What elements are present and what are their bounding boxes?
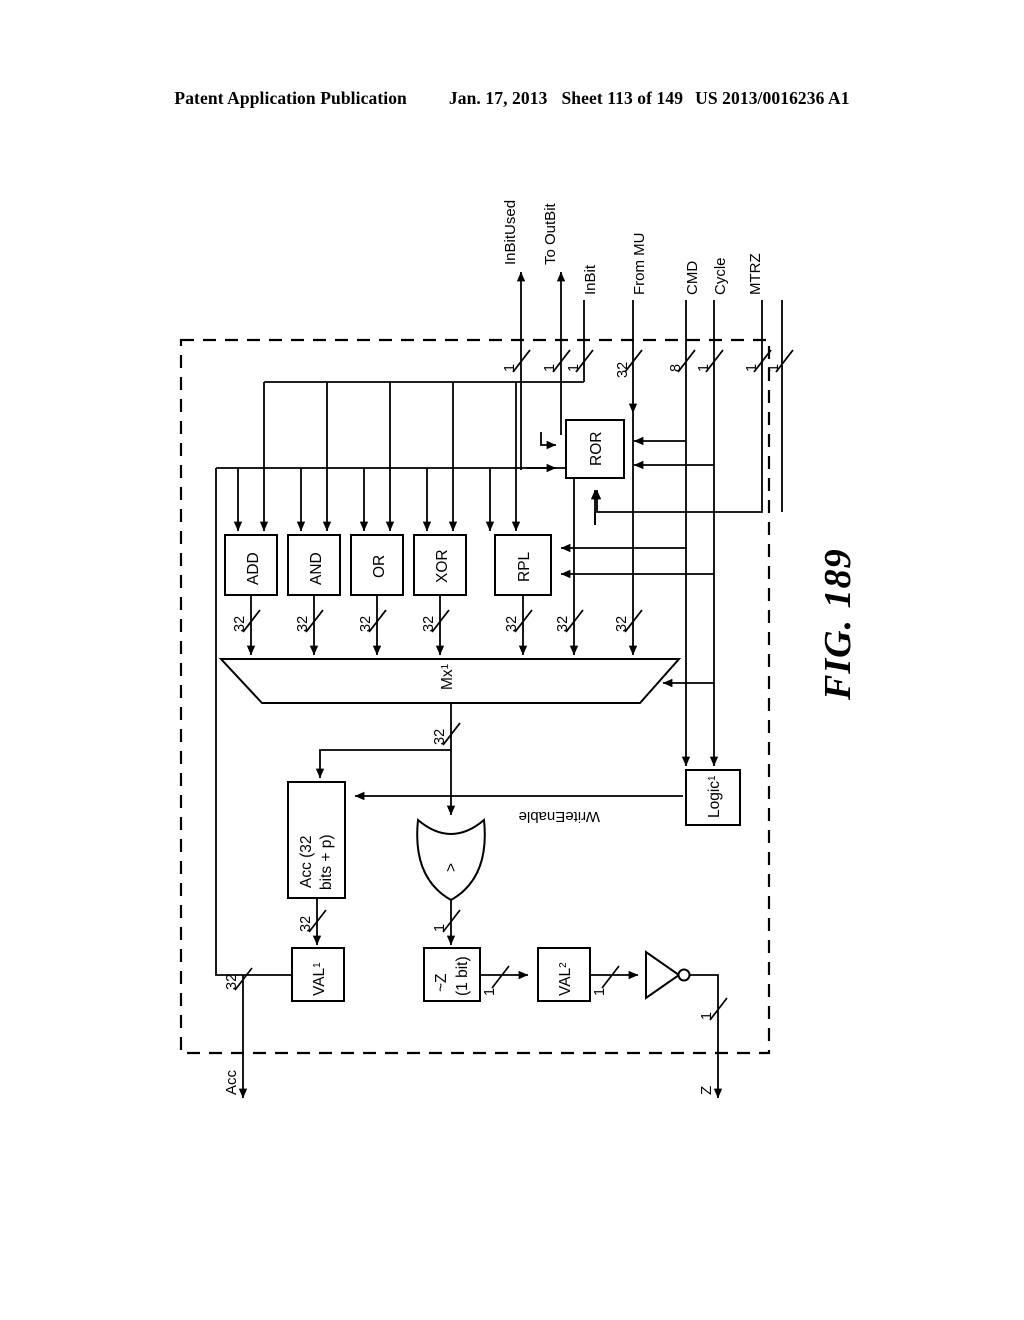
width-inbitused: 1 — [502, 364, 518, 372]
inverter-bubble — [677, 968, 691, 982]
width-cycle: 1 — [696, 364, 712, 372]
width-orgate-out: 1 — [432, 924, 448, 932]
width-xor-out: 32 — [421, 616, 437, 632]
width-notz-out: 1 — [482, 988, 498, 996]
acc-label-line1: Acc (32 — [298, 835, 315, 888]
port-label-inbitused: InBitUsed — [502, 200, 519, 265]
width-val2-out: 1 — [592, 988, 608, 996]
top-port-labels: InBitUsed To OutBit InBit From MU CMD Cy… — [502, 200, 764, 295]
op-label-or: OR — [371, 555, 388, 578]
writeenable-label: WriteEnable — [519, 808, 600, 825]
op-label-add: ADD — [245, 552, 262, 585]
op-label-xor: XOR — [434, 549, 451, 583]
acc-block — [287, 781, 346, 899]
port-label-cycle: Cycle — [712, 257, 729, 295]
port-label-inbit: InBit — [582, 264, 599, 295]
width-frommu: 32 — [615, 362, 631, 378]
width-rpl-out: 32 — [504, 616, 520, 632]
width-mtrz-rail: 1 — [766, 364, 782, 372]
port-label-acc: Acc — [223, 1069, 240, 1095]
or-gate-shape — [416, 818, 486, 902]
width-inbit: 1 — [566, 364, 582, 372]
top-port-widths: 1 1 1 32 8 1 1 1 — [502, 362, 782, 378]
port-label-cmd: CMD — [684, 261, 701, 295]
port-label-tooutbit: To OutBit — [542, 202, 559, 265]
ror-label: ROR — [588, 432, 605, 466]
inverter-shape — [645, 950, 681, 1000]
port-label-mtrz: MTRZ — [747, 253, 764, 295]
acc-label-line2: bits + p) — [318, 834, 335, 890]
figure-label: FIG. 189 — [817, 548, 859, 701]
op-blocks — [224, 534, 552, 596]
width-bypass: 32 — [614, 616, 630, 632]
width-or-out: 32 — [358, 616, 374, 632]
port-label-frommu: From MU — [631, 233, 648, 296]
op-label-and: AND — [308, 552, 325, 585]
width-tooutbit: 1 — [542, 364, 558, 372]
width-add-out: 32 — [232, 616, 248, 632]
figure-189-diagram: InBitUsed To OutBit InBit From MU CMD Cy… — [179, 200, 859, 1099]
width-ror-out: 32 — [555, 616, 571, 632]
width-mux-out: 32 — [432, 729, 448, 745]
notz-label-line1: ~Z — [433, 973, 450, 992]
width-mtrz: 1 — [744, 364, 760, 372]
port-label-z: Z — [698, 1086, 715, 1095]
width-and-out: 32 — [295, 616, 311, 632]
width-cmd: 8 — [668, 364, 684, 372]
notz-label-line2: (1 bit) — [454, 956, 471, 996]
width-acc-out: 32 — [298, 916, 314, 932]
op-label-rpl: RPL — [516, 551, 533, 582]
width-acc-port: 32 — [224, 974, 240, 990]
patent-page: Patent Application Publication Jan. 17, 2… — [0, 0, 1024, 1320]
width-z-port: 1 — [699, 1012, 715, 1020]
orgate-label: > — [443, 863, 460, 872]
logic-label: Logic1 — [706, 775, 723, 818]
